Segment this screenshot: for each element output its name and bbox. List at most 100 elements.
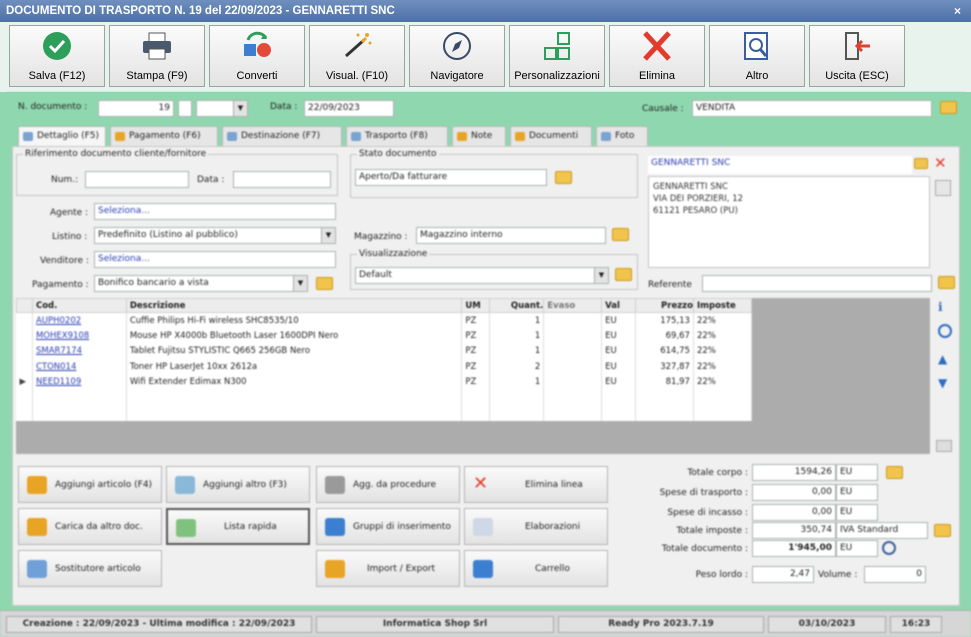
table-header: Cod. Descrizione UM Quant. Evaso Val Pre… xyxy=(16,298,753,313)
edit-address-icon[interactable] xyxy=(935,180,951,196)
zoom-icon[interactable] xyxy=(938,324,952,338)
folder-icon[interactable] xyxy=(934,524,951,537)
folder-icon[interactable] xyxy=(612,228,629,241)
series-select[interactable]: ▼ xyxy=(196,100,248,117)
insert-groups-button[interactable]: Gruppi di inserimento xyxy=(316,508,460,545)
cell-imposte xyxy=(693,405,753,421)
total-tax-label: Totale imposte : xyxy=(676,526,748,536)
num-suffix-input[interactable] xyxy=(178,100,192,117)
listino-select[interactable]: Predefinito (Listino al pubblico) ▼ xyxy=(94,227,336,244)
ref-num-input[interactable] xyxy=(85,171,189,188)
cell-imposte: 22% xyxy=(693,343,753,359)
tab-pagamento[interactable]: Pagamento (F6) xyxy=(110,126,218,146)
tab-label: Trasporto (F8) xyxy=(365,131,428,141)
col-imposte[interactable]: Imposte xyxy=(692,298,753,313)
close-icon[interactable]: × xyxy=(954,0,961,22)
view-group: Visualizzazione Default ▼ xyxy=(350,249,638,290)
delete-button[interactable]: Elimina xyxy=(609,25,705,87)
referente-input[interactable] xyxy=(702,275,932,292)
causale-input[interactable]: VENDITA xyxy=(692,100,932,117)
venditore-input[interactable]: Seleziona... xyxy=(94,251,336,268)
tab-documenti[interactable]: Documenti xyxy=(510,126,592,146)
cell-cod[interactable]: SMAR7174 xyxy=(32,343,127,359)
view-button[interactable]: Visual. (F10) xyxy=(309,25,405,87)
procedures-button[interactable]: Agg. da procedure xyxy=(316,466,460,503)
tab-foto[interactable]: Foto xyxy=(596,126,648,146)
status-input[interactable]: Aperto/Da fatturare xyxy=(355,169,547,186)
tax-type-field: IVA Standard xyxy=(836,522,928,539)
folder-icon[interactable] xyxy=(938,276,955,289)
quick-list-button[interactable]: Lista rapida xyxy=(166,508,310,545)
cell-cod[interactable]: AUPH0202 xyxy=(32,312,127,328)
convert-button[interactable]: Converti xyxy=(209,25,305,87)
folder-icon[interactable] xyxy=(615,268,632,281)
cell-evaso xyxy=(543,312,603,328)
convert-label: Converti xyxy=(236,70,278,82)
table-row[interactable]: MOHEX9108 Mouse HP X4000b Bluetooth Laser… xyxy=(16,328,753,344)
col-val[interactable]: Val xyxy=(601,298,637,313)
ref-date-input[interactable] xyxy=(233,171,331,188)
volume-label: Volume : xyxy=(818,570,858,580)
col-um[interactable]: UM xyxy=(461,298,491,313)
clear-client-icon[interactable]: ✕ xyxy=(934,154,947,172)
arrow-up-icon[interactable]: ▲ xyxy=(938,352,947,366)
cell-cod[interactable]: MOHEX9108 xyxy=(32,328,127,344)
import-export-button[interactable]: Import / Export xyxy=(316,550,460,587)
view-select[interactable]: Default ▼ xyxy=(355,267,609,284)
info-icon[interactable]: ℹ xyxy=(938,300,952,314)
search-icon[interactable] xyxy=(882,541,896,555)
customize-button[interactable]: Personalizzazioni xyxy=(509,25,605,87)
collection-cost-input[interactable]: 0,00 xyxy=(752,504,836,521)
substitute-button[interactable]: Sostitutore articolo xyxy=(18,550,162,587)
table-row[interactable] xyxy=(16,390,753,406)
row-selector xyxy=(16,343,33,359)
folder-icon[interactable] xyxy=(316,277,333,290)
cart-button[interactable]: Carrello xyxy=(464,550,608,587)
folder-icon[interactable] xyxy=(886,466,903,479)
client-name-input[interactable]: GENNARETTI SNC xyxy=(648,156,912,174)
date-input[interactable]: 22/09/2023 xyxy=(304,100,394,117)
cell-cod[interactable]: NEED1109 xyxy=(32,374,127,390)
tab-note[interactable]: Note xyxy=(452,126,506,146)
columns-icon[interactable] xyxy=(936,440,952,452)
print-button[interactable]: Stampa (F9) xyxy=(109,25,205,87)
volume-input[interactable]: 0 xyxy=(864,566,926,583)
col-evaso[interactable]: Evaso xyxy=(543,298,603,313)
table-row[interactable] xyxy=(16,405,753,421)
shipping-cost-input[interactable]: 0,00 xyxy=(752,484,836,501)
other-button[interactable]: Altro xyxy=(709,25,805,87)
pagamento-select[interactable]: Bonifico bancario a vista ▼ xyxy=(94,275,308,292)
table-row[interactable]: SMAR7174 Tablet Fujitsu STYLISTIC Q665 25… xyxy=(16,343,753,359)
delete-line-button[interactable]: ✕ Elimina linea xyxy=(464,466,608,503)
folder-icon[interactable] xyxy=(555,171,572,184)
cell-prezzo xyxy=(635,405,694,421)
cell-quant: 1 xyxy=(489,374,545,390)
folder-icon[interactable] xyxy=(914,158,928,169)
gross-weight-input[interactable]: 2,47 xyxy=(752,566,814,583)
col-cod[interactable]: Cod. xyxy=(31,298,127,313)
table-row[interactable]: ▶ NEED1109 Wifi Extender Edimax N300 PZ 1 EU 8… xyxy=(16,374,753,390)
add-other-button[interactable]: Aggiungi altro (F3) xyxy=(166,466,310,503)
agente-input[interactable]: Seleziona... xyxy=(94,203,336,220)
table-row[interactable]: AUPH0202 Cuffie Philips Hi-Fi wireless SH… xyxy=(16,312,753,328)
folder-icon[interactable] xyxy=(940,101,957,114)
tab-destinazione[interactable]: Destinazione (F7) xyxy=(222,126,342,146)
cell-cod[interactable]: CTON014 xyxy=(32,359,127,375)
load-other-button[interactable]: Carica da altro doc. xyxy=(18,508,162,545)
ref-date-label: Data : xyxy=(197,175,225,185)
arrow-down-icon[interactable]: ▼ xyxy=(938,376,947,390)
save-button[interactable]: Salva (F12) xyxy=(9,25,105,87)
tab-dettaglio[interactable]: Dettaglio (F5) xyxy=(18,126,106,147)
col-prezzo[interactable]: Prezzo xyxy=(635,298,694,313)
navigator-button[interactable]: Navigatore xyxy=(409,25,505,87)
tab-trasporto[interactable]: Trasporto (F8) xyxy=(346,126,448,146)
add-article-button[interactable]: Aggiungi articolo (F4) xyxy=(18,466,162,503)
col-descrizione[interactable]: Descrizione xyxy=(125,298,463,313)
table-row[interactable]: CTON014 Toner HP LaserJet 10xx 2612a PZ 2 EU… xyxy=(16,359,753,375)
num-document-input[interactable]: 19 xyxy=(98,100,174,117)
col-quant[interactable]: Quant. xyxy=(489,298,545,313)
magazzino-input[interactable]: Magazzino interno xyxy=(416,227,606,244)
exit-button[interactable]: Uscita (ESC) xyxy=(809,25,905,87)
tab-label: Foto xyxy=(615,131,635,141)
elaborations-button[interactable]: Elaborazioni xyxy=(464,508,608,545)
